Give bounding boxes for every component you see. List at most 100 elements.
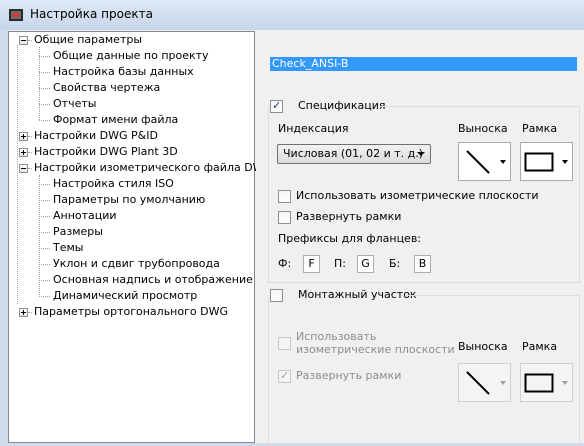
chevron-down-icon (562, 160, 568, 164)
tree-item[interactable]: Аннотации (53, 208, 117, 224)
spec-use-iso-planes-checkbox[interactable] (278, 190, 291, 203)
tree-connector (39, 104, 50, 105)
chevron-down-icon (500, 160, 506, 164)
window-title: Настройка проекта (30, 7, 153, 21)
tree-item[interactable]: Настройки DWG Plant 3D (34, 144, 178, 160)
tree-item-label: Настройка базы данных (53, 65, 194, 78)
tree-connector (28, 40, 32, 41)
tree-connector (39, 216, 50, 217)
expand-plus-icon[interactable] (19, 148, 28, 157)
collapse-minus-icon[interactable] (19, 36, 28, 45)
tree-connector (39, 88, 50, 89)
spool-use-iso-planes-label-line2: изометрические плоскости (296, 343, 455, 356)
tree-connector (39, 264, 50, 265)
flange-prefixes-label: Префиксы для фланцев: (278, 232, 422, 245)
tree-connector (39, 232, 50, 233)
tree-item[interactable]: Настройки DWG P&ID (34, 128, 158, 144)
tree-connector (39, 296, 50, 297)
tree-item[interactable]: Свойства чертежа (53, 80, 160, 96)
tree-item-label: Общие параметры (34, 33, 143, 46)
spool-frame-picker[interactable] (520, 363, 573, 402)
tree-item-label: Параметры по умолчанию (53, 193, 206, 206)
tree-item[interactable]: Основная надпись и отображение (53, 272, 253, 288)
tree-connector (39, 120, 50, 121)
app-icon (8, 7, 24, 23)
tree-item[interactable]: Размеры (53, 224, 103, 240)
tree-connector (39, 184, 50, 185)
tree-item-label: Параметры ортогонального DWG (34, 305, 228, 318)
tree-item[interactable]: Параметры ортогонального DWG (34, 304, 228, 320)
spec-expand-frames-checkbox[interactable] (278, 211, 291, 224)
tree-connector (28, 136, 32, 137)
chevron-down-icon (500, 381, 506, 385)
prefix-f-label: Ф: (278, 257, 292, 270)
tree-item-label: Динамический просмотр (53, 289, 198, 302)
tree-item[interactable]: Настройка базы данных (53, 64, 194, 80)
tree-item[interactable]: Настройка стиля ISO (53, 176, 174, 192)
prefix-b-input[interactable]: B (414, 255, 431, 273)
tree-item-label: Отчеты (53, 97, 97, 110)
spool-leader-picker[interactable] (458, 363, 511, 402)
tree-item-label: Темы (53, 241, 84, 254)
leader-line-icon (466, 371, 490, 395)
tree-item-label: Настройки DWG P&ID (34, 129, 158, 142)
tree-item-label: Свойства чертежа (53, 81, 161, 94)
spool-leader-label: Выноска (458, 340, 508, 353)
tree-item[interactable]: Отчеты (53, 96, 96, 112)
spec-frame-label: Рамка (522, 122, 558, 135)
prefix-f-input[interactable]: F (303, 255, 320, 273)
tree-item-label: Общие данные по проекту (53, 49, 209, 62)
spec-use-iso-planes-label: Использовать изометрические плоскости (296, 189, 539, 202)
tree-connector (39, 280, 50, 281)
tree-item[interactable]: Общие данные по проекту (53, 48, 209, 64)
tree-item-label: Основная надпись и отображение (53, 273, 253, 286)
spec-expand-frames-label: Развернуть рамки (296, 210, 402, 223)
expand-plus-icon[interactable] (19, 132, 28, 141)
tree-connector (39, 200, 50, 201)
tree-item-label: Настройки изометрического файла DWG (34, 161, 273, 174)
tree-connector (39, 72, 50, 73)
style-name-field[interactable]: Check_ANSI-B (270, 57, 577, 71)
tree-item[interactable]: Формат имени файла (53, 112, 178, 128)
spec-leader-label: Выноска (458, 122, 508, 135)
prefix-b-label: Б: (389, 257, 401, 270)
spool-expand-frames-checkbox[interactable] (278, 369, 291, 383)
indexing-select[interactable]: Числовая (01, 02 и т. д.) (277, 144, 431, 164)
spool-frame-label: Рамка (522, 340, 558, 353)
spool-use-iso-planes-checkbox[interactable] (278, 337, 291, 350)
spec-frame-picker[interactable] (520, 142, 573, 181)
tree-connector (39, 248, 50, 249)
tree-item-label: Аннотации (53, 209, 117, 222)
tree-connector (28, 152, 32, 153)
tree-item[interactable]: Темы (53, 240, 83, 256)
prefix-p-input[interactable]: G (357, 255, 374, 273)
spool-expand-frames-label: Развернуть рамки (296, 369, 402, 382)
tree-item-label: Формат имени файла (53, 113, 179, 126)
frame-rectangle-icon (524, 373, 554, 393)
expand-plus-icon[interactable] (19, 308, 28, 317)
tree-item[interactable]: Уклон и сдвиг трубопровода (53, 256, 220, 272)
tree-branch-line-general (39, 47, 40, 120)
spec-leader-picker[interactable] (458, 142, 511, 181)
tree-item[interactable]: Настройки изометрического файла DWG (34, 160, 272, 176)
tree-connector (39, 56, 50, 57)
chevron-down-icon (417, 152, 425, 156)
tree-item-label: Настройка стиля ISO (53, 177, 174, 190)
tree-item[interactable]: Параметры по умолчанию (53, 192, 205, 208)
tree-root-line (17, 45, 18, 304)
tree-item-label: Настройки DWG Plant 3D (34, 145, 178, 158)
leader-line-icon (466, 150, 490, 174)
indexing-select-value: Числовая (01, 02 и т. д.) (283, 147, 424, 160)
tree-item-label: Размеры (53, 225, 103, 238)
spool-use-iso-planes-label-line1: Использовать (296, 330, 377, 343)
chevron-down-icon (562, 381, 568, 385)
tree-connector (28, 312, 32, 313)
collapse-minus-icon[interactable] (19, 164, 28, 173)
tree-item[interactable]: Общие параметры (34, 32, 142, 48)
frame-rectangle-icon (524, 152, 554, 172)
tree-item-label: Уклон и сдвиг трубопровода (53, 257, 220, 270)
tree-connector (28, 168, 32, 169)
tree-branch-line-iso (39, 175, 40, 297)
indexing-label: Индексация (278, 122, 349, 135)
tree-item[interactable]: Динамический просмотр (53, 288, 197, 304)
